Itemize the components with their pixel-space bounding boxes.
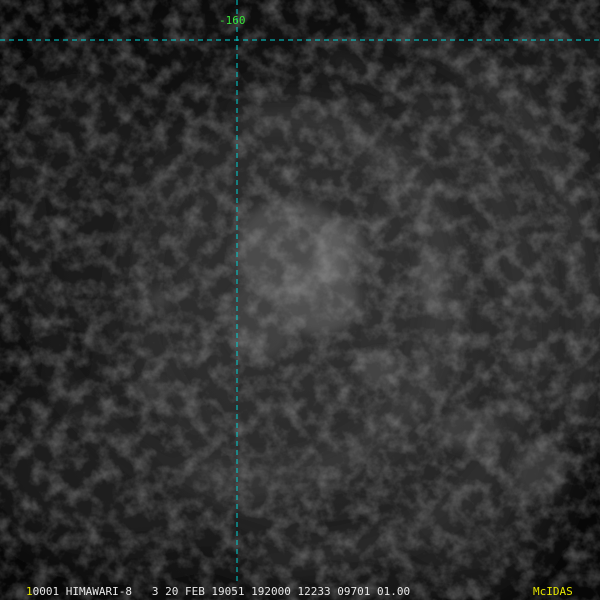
cloud-texture [0,0,600,600]
image-metadata-text: 0001 HIMAWARI-8 3 20 FEB 19051 192000 12… [32,585,411,598]
mcidas-brand-label: McIDAS [533,585,573,598]
frame-number: 1 [26,585,33,598]
satellite-image [0,0,600,600]
longitude-label: -160 [219,14,246,27]
image-info-footer: 10001 HIMAWARI-8 3 20 FEB 19051 192000 1… [26,586,410,598]
